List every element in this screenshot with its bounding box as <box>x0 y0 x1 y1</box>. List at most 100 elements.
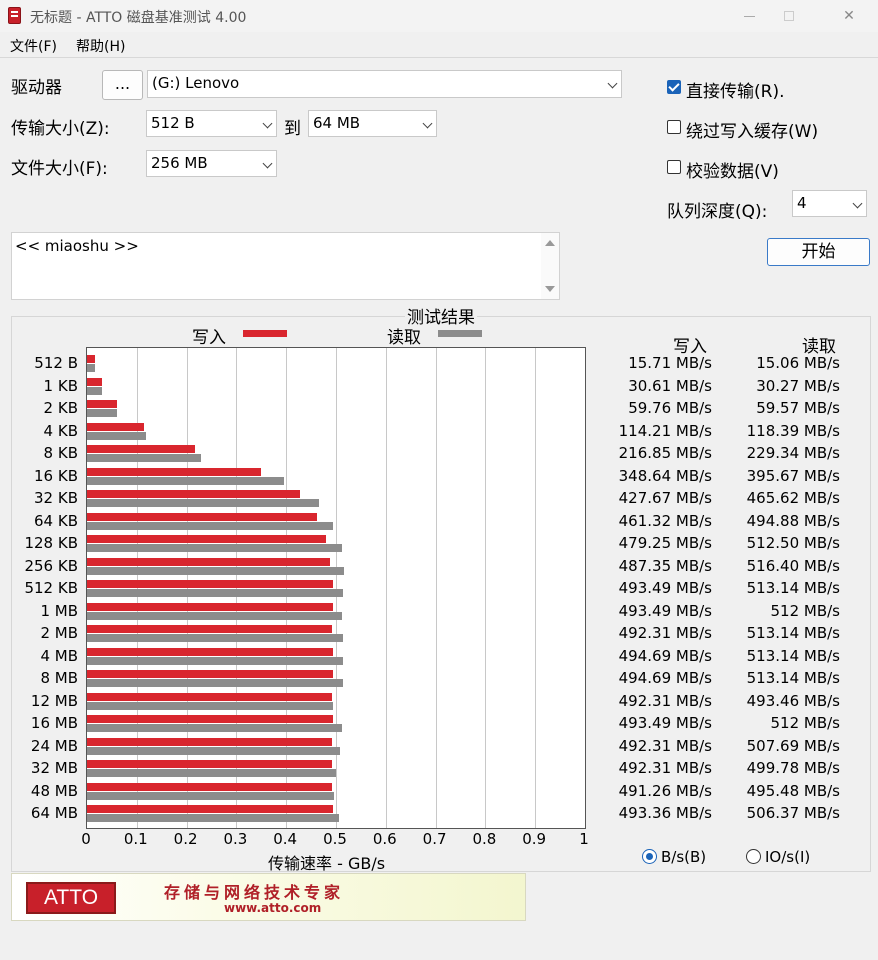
menu-help[interactable]: 帮助(H) <box>76 36 125 56</box>
category-label: 2 MB <box>40 624 78 642</box>
write-bar <box>87 355 95 363</box>
write-bar <box>87 670 334 678</box>
drive-select[interactable]: (G:) Lenovo <box>147 70 622 98</box>
bypass-cache-checkbox[interactable] <box>667 120 681 134</box>
close-icon: ✕ <box>843 8 855 24</box>
read-bar <box>87 409 117 417</box>
write-value: 216.85 MB/s <box>618 444 712 462</box>
direct-io-checkbox[interactable] <box>667 80 681 94</box>
drive-select-value: (G:) Lenovo <box>152 74 240 92</box>
gridline <box>535 348 537 828</box>
gridline <box>435 348 437 828</box>
read-bar <box>87 701 333 710</box>
file-size-label: 文件大小(F): <box>11 159 108 179</box>
read-bar <box>87 679 343 687</box>
x-tick-label: 0.4 <box>273 830 298 848</box>
close-button[interactable]: ✕ <box>826 0 872 32</box>
read-bar <box>87 364 95 372</box>
x-tick-label: 1 <box>579 830 589 848</box>
read-bar <box>87 724 342 732</box>
minimize-icon <box>744 15 755 17</box>
write-value: 487.35 MB/s <box>618 556 712 575</box>
read-value: 513.14 MB/s <box>746 669 840 687</box>
read-bar <box>87 791 334 800</box>
atto-banner[interactable]: ATTO 存储与网络技术专家 www.atto.com <box>11 873 526 921</box>
transfer-size-max-select[interactable]: 64 MB <box>308 110 437 137</box>
window-title: 无标题 - ATTO 磁盘基准测试 4.00 <box>30 10 247 26</box>
chevron-down-icon <box>422 118 433 129</box>
write-bar <box>87 715 333 723</box>
io-per-second-radio[interactable] <box>746 849 761 864</box>
gridline <box>385 348 387 828</box>
start-button[interactable]: 开始 <box>767 238 870 266</box>
bypass-cache-label: 绕过写入缓存(W) <box>686 122 819 142</box>
read-value: 513.14 MB/s <box>746 624 840 642</box>
queue-depth-select[interactable]: 4 <box>792 190 867 217</box>
read-bar <box>87 454 202 462</box>
read-bar <box>87 769 336 777</box>
write-bar <box>87 377 103 386</box>
description-scrollbar[interactable] <box>541 233 559 299</box>
x-tick-label: 0.9 <box>522 830 547 848</box>
x-tick-label: 0.5 <box>323 830 347 848</box>
direct-io-label: 直接传输(R). <box>686 82 785 102</box>
read-value: 229.34 MB/s <box>746 444 840 462</box>
write-value: 427.67 MB/s <box>618 489 712 507</box>
write-value: 493.49 MB/s <box>618 714 712 732</box>
bytes-per-second-radio[interactable] <box>642 849 657 864</box>
read-value: 507.69 MB/s <box>746 736 840 755</box>
write-bar <box>87 647 334 656</box>
category-label: 32 KB <box>34 489 78 507</box>
verify-data-checkbox[interactable] <box>667 160 681 174</box>
write-bar <box>87 805 333 813</box>
x-tick-label: 0.6 <box>372 830 397 848</box>
write-value: 492.31 MB/s <box>618 736 712 755</box>
read-value: 495.48 MB/s <box>746 781 840 800</box>
gridline <box>186 348 188 828</box>
browse-button[interactable]: ... <box>102 70 143 100</box>
category-label: 2 KB <box>43 399 78 417</box>
read-value: 59.57 MB/s <box>756 399 840 417</box>
description-textarea[interactable]: << miaoshu >> <box>11 232 560 300</box>
read-value: 513.14 MB/s <box>746 646 840 665</box>
menu-bar: 文件(F) 帮助(H) <box>0 33 878 57</box>
chevron-down-icon <box>607 78 618 89</box>
read-bar <box>87 814 340 822</box>
write-value: 491.26 MB/s <box>618 781 712 800</box>
atto-benchmark-window: 无标题 - ATTO 磁盘基准测试 4.00 ✕ 文件(F) 帮助(H) 驱动器… <box>0 0 878 960</box>
write-value: 479.25 MB/s <box>618 534 712 552</box>
write-bar <box>87 445 196 453</box>
category-label: 48 MB <box>30 781 78 800</box>
chevron-down-icon <box>262 118 273 129</box>
title-bar: 无标题 - ATTO 磁盘基准测试 4.00 ✕ <box>0 0 878 32</box>
read-bar <box>87 386 103 395</box>
transfer-size-min-select[interactable]: 512 B <box>146 110 277 137</box>
read-bar <box>87 521 334 530</box>
read-value: 15.06 MB/s <box>756 354 840 372</box>
file-size-value: 256 MB <box>151 154 208 172</box>
write-bar <box>87 422 144 431</box>
write-value: 461.32 MB/s <box>618 511 712 530</box>
chevron-down-icon <box>262 158 273 169</box>
write-value: 493.49 MB/s <box>618 579 712 597</box>
read-bar <box>87 611 342 620</box>
read-bar <box>87 431 146 440</box>
scroll-down-icon[interactable] <box>545 286 555 292</box>
scroll-up-icon[interactable] <box>545 240 555 246</box>
write-bar <box>87 782 332 791</box>
legend-write-label: 写入 <box>192 328 226 348</box>
file-size-select[interactable]: 256 MB <box>146 150 277 177</box>
category-label: 4 MB <box>40 646 78 665</box>
transfer-size-label: 传输大小(Z): <box>11 119 110 139</box>
write-value: 15.71 MB/s <box>628 354 712 372</box>
app-icon <box>8 7 21 24</box>
menu-file[interactable]: 文件(F) <box>10 36 57 56</box>
category-label: 1 KB <box>43 376 78 395</box>
write-bar <box>87 625 333 633</box>
read-bar <box>87 476 285 485</box>
queue-depth-value: 4 <box>797 194 807 212</box>
maximize-button[interactable] <box>766 0 812 32</box>
to-label: 到 <box>284 119 301 139</box>
banner-slogan: 存储与网络技术专家 <box>164 883 345 902</box>
banner-url[interactable]: www.atto.com <box>224 901 321 915</box>
